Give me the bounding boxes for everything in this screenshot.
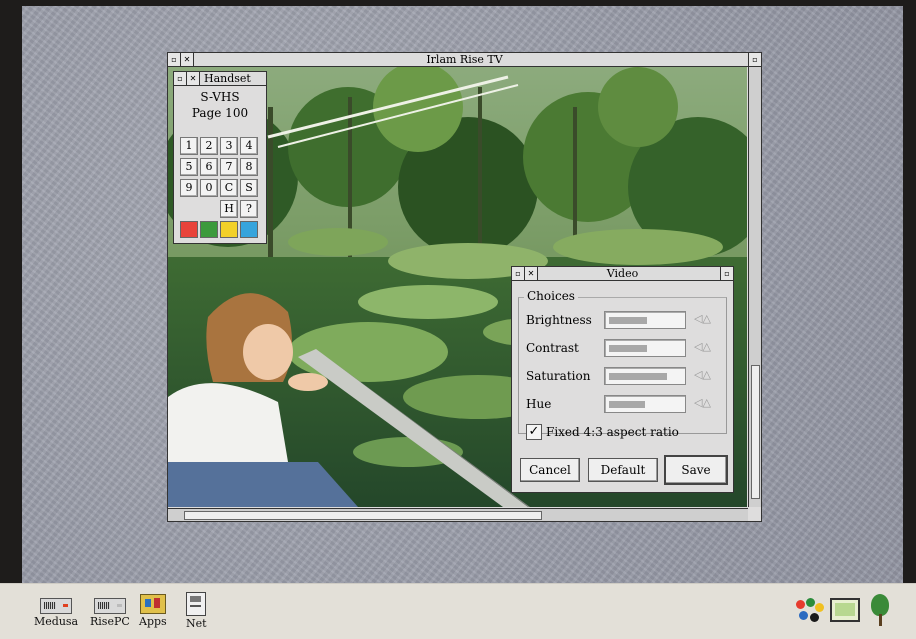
key-c[interactable]: C xyxy=(220,179,238,197)
contrast-arrows-icon[interactable]: ◁△ xyxy=(694,339,720,355)
aspect-checkbox-label: Fixed 4:3 aspect ratio xyxy=(546,425,679,439)
brightness-label: Brightness xyxy=(526,313,592,327)
saturation-label: Saturation xyxy=(526,369,591,383)
toggle-size-icon[interactable]: ▫ xyxy=(720,267,733,280)
red-key[interactable] xyxy=(180,221,198,238)
close-icon[interactable]: ✕ xyxy=(181,53,194,66)
monitor-frame-left xyxy=(0,0,22,583)
tv-window-titlebar[interactable]: ▫ ✕ Irlam Rise TV ▫ xyxy=(168,53,761,67)
save-button[interactable]: Save xyxy=(664,455,728,485)
tv-window-title: Irlam Rise TV xyxy=(426,53,503,66)
close-icon[interactable]: ✕ xyxy=(525,267,538,280)
brightness-slider[interactable] xyxy=(604,311,686,329)
tv-vertical-scrollbar[interactable] xyxy=(748,67,761,507)
contrast-slider-fill xyxy=(609,345,647,352)
video-titlebar[interactable]: ▫ ✕ Video ▫ xyxy=(512,267,733,281)
iconbar-net[interactable]: Net xyxy=(186,592,207,630)
checkmark-icon: ✓ xyxy=(528,424,540,439)
back-icon[interactable]: ▫ xyxy=(512,267,525,280)
saturation-slider-fill xyxy=(609,373,667,380)
monitor-frame-right xyxy=(903,0,916,583)
hue-label: Hue xyxy=(526,397,552,411)
handset-window: ▫ ✕ Handset S-VHS Page 100 1 2 3 4 5 6 7… xyxy=(173,71,267,244)
handset-page-label: Page 100 xyxy=(191,106,249,120)
handset-titlebar[interactable]: ▫ ✕ Handset xyxy=(174,72,266,86)
iconbar-risepc-label: RisePC xyxy=(90,615,130,628)
iconbar-apps[interactable]: Apps xyxy=(139,594,167,628)
iconbar-apps-label: Apps xyxy=(139,615,167,628)
display-icon[interactable] xyxy=(830,598,860,622)
palette-icon[interactable] xyxy=(796,598,824,624)
close-icon[interactable]: ✕ xyxy=(187,72,200,85)
key-s[interactable]: S xyxy=(240,179,258,197)
toggle-size-icon[interactable]: ▫ xyxy=(748,53,761,66)
vertical-scroll-thumb[interactable] xyxy=(751,365,760,499)
key-2[interactable]: 2 xyxy=(200,137,218,155)
hue-arrows-icon[interactable]: ◁△ xyxy=(694,395,720,411)
brightness-arrows-icon[interactable]: ◁△ xyxy=(694,311,720,327)
back-icon[interactable]: ▫ xyxy=(168,53,181,66)
network-icon xyxy=(186,592,207,616)
video-window: ▫ ✕ Video ▫ Choices Brightness ◁△ Contra… xyxy=(511,266,734,493)
key-0[interactable]: 0 xyxy=(200,179,218,197)
aspect-checkbox[interactable]: ✓ xyxy=(526,424,542,440)
handset-source-label: S-VHS xyxy=(200,90,240,104)
default-button[interactable]: Default xyxy=(588,458,658,482)
key-4[interactable]: 4 xyxy=(240,137,258,155)
horizontal-scroll-thumb[interactable] xyxy=(184,511,542,520)
iconbar-medusa[interactable]: Medusa xyxy=(34,598,78,628)
saturation-slider[interactable] xyxy=(604,367,686,385)
tv-horizontal-scrollbar[interactable] xyxy=(168,508,748,521)
key-help[interactable]: ? xyxy=(240,200,258,218)
key-8[interactable]: 8 xyxy=(240,158,258,176)
key-7[interactable]: 7 xyxy=(220,158,238,176)
saturation-arrows-icon[interactable]: ◁△ xyxy=(694,367,720,383)
hue-slider-fill xyxy=(609,401,645,408)
key-h[interactable]: H xyxy=(220,200,238,218)
choices-group-label: Choices xyxy=(524,289,578,303)
harddisc-icon xyxy=(93,598,126,614)
key-6[interactable]: 6 xyxy=(200,158,218,176)
harddisc-icon xyxy=(40,598,73,614)
key-5[interactable]: 5 xyxy=(180,158,198,176)
cancel-button[interactable]: Cancel xyxy=(520,458,580,482)
iconbar-medusa-label: Medusa xyxy=(34,615,79,628)
green-key[interactable] xyxy=(200,221,218,238)
tv-app-icon[interactable] xyxy=(870,594,890,626)
apps-icon xyxy=(139,594,166,614)
key-1[interactable]: 1 xyxy=(180,137,198,155)
brightness-slider-fill xyxy=(609,317,647,324)
blue-key[interactable] xyxy=(240,221,258,238)
iconbar-risepc[interactable]: RisePC xyxy=(90,598,130,628)
iconbar: Medusa RisePC Apps Net xyxy=(0,583,916,639)
key-3[interactable]: 3 xyxy=(220,137,238,155)
handset-title: Handset xyxy=(204,72,251,85)
iconbar-net-label: Net xyxy=(186,617,207,630)
back-icon[interactable]: ▫ xyxy=(174,72,187,85)
video-title: Video xyxy=(606,267,639,280)
hue-slider[interactable] xyxy=(604,395,686,413)
key-9[interactable]: 9 xyxy=(180,179,198,197)
contrast-label: Contrast xyxy=(526,341,579,355)
yellow-key[interactable] xyxy=(220,221,238,238)
contrast-slider[interactable] xyxy=(604,339,686,357)
